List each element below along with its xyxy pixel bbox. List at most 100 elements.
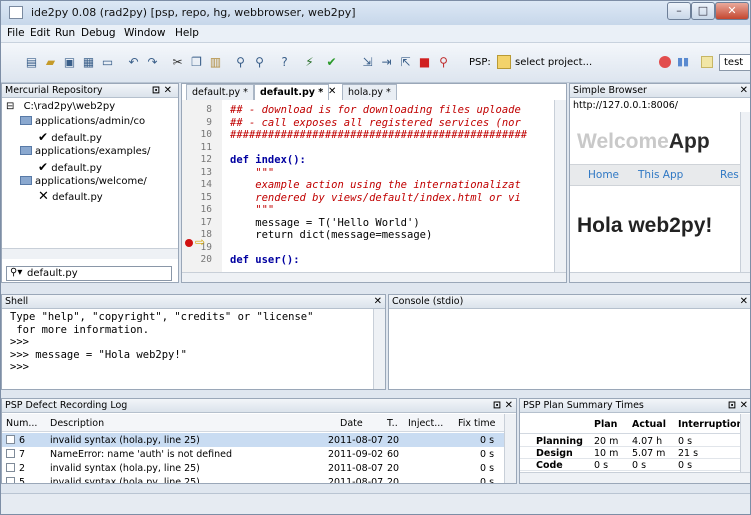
defect-log-options-icon[interactable]: ⊡ ✕: [493, 399, 513, 412]
status-bar: [1, 493, 750, 514]
line-number: 14: [200, 179, 212, 190]
col-inject[interactable]: Inject...: [408, 418, 443, 429]
menu-help[interactable]: Help: [175, 27, 199, 39]
line-number: 13: [200, 166, 212, 178]
tree-item-welcome[interactable]: applications/welcome/: [20, 176, 147, 188]
plan-options-icon[interactable]: ⊡ ✕: [728, 399, 748, 412]
row-checkbox[interactable]: [6, 477, 15, 483]
tab-hola[interactable]: hola.py *: [342, 84, 397, 100]
replace-icon[interactable]: ⚲: [251, 54, 268, 71]
tree-item-examples-default[interactable]: ✔ default.py: [38, 161, 102, 175]
step-over-icon[interactable]: ⇥: [378, 54, 395, 71]
stop-timer-icon[interactable]: [701, 56, 713, 68]
new-file-icon[interactable]: ▤: [23, 54, 40, 71]
table-row[interactable]: 7 NameError: name 'auth' is not defined 20…: [2, 447, 504, 461]
tab-default-admin[interactable]: default.py *: [186, 84, 254, 100]
inspect-icon[interactable]: ⚲: [435, 54, 452, 71]
tree-search-box[interactable]: ⚲▾ default.py: [6, 266, 172, 281]
record-icon[interactable]: [659, 56, 671, 68]
col-num[interactable]: Num...: [6, 418, 37, 429]
code-area[interactable]: 8 ## - download is for downloading files …: [182, 104, 554, 274]
shell-close-icon[interactable]: ✕: [374, 295, 382, 308]
td-date: 2011-09-02: [328, 449, 384, 460]
cross-icon: ✕: [38, 189, 49, 204]
run-icon[interactable]: ⚡: [301, 54, 318, 71]
table-row[interactable]: 6 invalid syntax (hola.py, line 25) 2011-0…: [2, 433, 504, 447]
project-selector[interactable]: select project...: [515, 57, 592, 68]
menu-file[interactable]: File: [7, 27, 25, 39]
test-input[interactable]: test: [719, 54, 750, 71]
browser-horizontal-scrollbar[interactable]: [570, 272, 750, 282]
menu-run[interactable]: Run: [55, 27, 75, 39]
code-line: return dict(message=message): [230, 229, 433, 241]
print-icon[interactable]: ▭: [99, 54, 116, 71]
table-row[interactable]: 5 invalid syntax (hola.py, line 25) 2011-0…: [2, 475, 504, 483]
check-icon[interactable]: ✔: [323, 54, 340, 71]
url-field[interactable]: http://127.0.0.1:8006/: [573, 100, 678, 111]
plan-row[interactable]: Code 0 s 0 s 0 s: [520, 459, 740, 471]
menu-debug[interactable]: Debug: [81, 27, 116, 39]
search-icon: ⚲▾: [10, 267, 23, 278]
tree-horizontal-scrollbar[interactable]: [2, 248, 178, 259]
copy-icon[interactable]: ❐: [188, 54, 205, 71]
plan-col-0[interactable]: Plan: [594, 419, 617, 430]
tree-item-admin-default[interactable]: ✔ default.py: [38, 131, 102, 145]
help-icon[interactable]: ?: [276, 54, 293, 71]
stop-icon[interactable]: ■: [416, 54, 433, 71]
tab-close-icon[interactable]: ✕: [328, 86, 336, 97]
browser-close-icon[interactable]: ✕: [740, 84, 748, 97]
col-date[interactable]: Date: [340, 418, 363, 429]
line-number: 20: [200, 254, 212, 265]
col-fixtime[interactable]: Fix time: [458, 418, 496, 429]
maximize-button[interactable]: □: [691, 2, 715, 20]
plan-vertical-scrollbar[interactable]: [740, 414, 750, 474]
table-row[interactable]: 2 invalid syntax (hola.py, line 25) 2011-0…: [2, 461, 504, 475]
editor-horizontal-scrollbar[interactable]: [182, 272, 566, 282]
td-desc: NameError: name 'auth' is not defined: [50, 449, 232, 460]
tree-item-examples[interactable]: applications/examples/: [20, 146, 150, 158]
undo-icon[interactable]: ↶: [125, 54, 142, 71]
menu-edit[interactable]: Edit: [30, 27, 50, 39]
console-close-icon[interactable]: ✕: [740, 295, 748, 308]
app-icon: [9, 6, 23, 19]
plan-horizontal-scrollbar[interactable]: [520, 472, 750, 483]
pause-icon[interactable]: ▮▮: [677, 56, 689, 68]
nav-resources[interactable]: Res: [720, 169, 739, 181]
paste-icon[interactable]: ▥: [207, 54, 224, 71]
tree-item-admin[interactable]: applications/admin/co: [20, 116, 145, 128]
redo-icon[interactable]: ↷: [144, 54, 161, 71]
col-description[interactable]: Description: [50, 418, 104, 429]
editor-vertical-scrollbar[interactable]: [554, 100, 566, 274]
plan-row[interactable]: Design 10 m 5.07 m 21 s: [520, 447, 740, 459]
tab-default-welcome[interactable]: default.py *: [254, 84, 330, 100]
shell-output[interactable]: Type "help", "copyright", "credits" or "…: [2, 311, 374, 389]
tree-root[interactable]: ⊟ C:\rad2py\web2py: [6, 101, 115, 113]
browser-vertical-scrollbar[interactable]: [740, 112, 750, 272]
col-type[interactable]: T..: [387, 418, 398, 429]
save-icon[interactable]: ▣: [61, 54, 78, 71]
row-checkbox[interactable]: [6, 449, 15, 458]
defect-vertical-scrollbar[interactable]: [504, 414, 516, 483]
nav-this-app[interactable]: This App: [638, 169, 683, 181]
row-checkbox[interactable]: [6, 463, 15, 472]
close-button[interactable]: ✕: [715, 2, 749, 20]
minimize-button[interactable]: –: [667, 2, 691, 20]
shell-line: Type "help", "copyright", "credits" or "…: [10, 311, 314, 323]
shell-vertical-scrollbar[interactable]: [373, 309, 385, 389]
plan-col-1[interactable]: Actual: [632, 419, 666, 430]
plan-row[interactable]: Planning 20 m 4.07 h 0 s: [520, 435, 740, 447]
find-icon[interactable]: ⚲: [232, 54, 249, 71]
step-out-icon[interactable]: ⇱: [397, 54, 414, 71]
menu-window[interactable]: Window: [124, 27, 165, 39]
plan-phase: Planning: [536, 436, 583, 447]
tree-item-welcome-default[interactable]: ✕ default.py: [38, 189, 103, 204]
plan-col-2[interactable]: Interruption: [678, 419, 743, 430]
nav-home[interactable]: Home: [588, 169, 619, 181]
current-line-arrow-icon: ⇨: [195, 235, 206, 249]
save-all-icon[interactable]: ▦: [80, 54, 97, 71]
open-file-icon[interactable]: ▰: [42, 54, 59, 71]
step-into-icon[interactable]: ⇲: [359, 54, 376, 71]
panel-options-icon[interactable]: ⊡ ✕: [152, 84, 172, 97]
row-checkbox[interactable]: [6, 435, 15, 444]
cut-icon[interactable]: ✂: [169, 54, 186, 71]
